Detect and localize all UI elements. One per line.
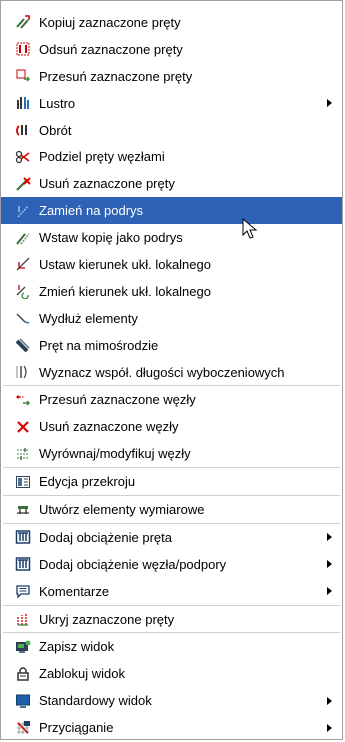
menu-item-label: Obrót [39, 122, 72, 138]
menu-item-label: Przyciąganie [39, 720, 114, 736]
menu-item-label: Podziel pręty węzłami [39, 149, 165, 165]
move-nodes-icon [15, 392, 31, 408]
extend-elements-icon [15, 310, 31, 326]
standard-view-icon [15, 693, 31, 709]
menu-item-section-edit[interactable]: Edycja przekroju [1, 468, 342, 495]
comments-icon [15, 583, 31, 599]
move-bars-icon [15, 68, 31, 84]
menu-item-delete-nodes[interactable]: Usuń zaznaczone węzły [1, 413, 342, 440]
dimension-elements-icon [15, 501, 31, 517]
menu-item-label: Wyznacz współ. długości wyboczeniowych [39, 364, 285, 380]
menu-item-extend-elements[interactable]: Wydłuż elementy [1, 305, 342, 332]
set-local-axis-icon [15, 256, 31, 272]
lock-view-icon [15, 666, 31, 682]
menu-item-label: Standardowy widok [39, 693, 152, 709]
menu-item-label: Ustaw kierunek ukł. lokalnego [39, 256, 211, 272]
offset-bars-icon [15, 41, 31, 57]
copy-bars-icon [15, 14, 31, 30]
menu-item-dimension-elements[interactable]: Utwórz elementy wymiarowe [1, 496, 342, 523]
menu-item-label: Edycja przekroju [39, 474, 136, 490]
submenu-arrow-icon [327, 533, 332, 542]
submenu-arrow-icon [327, 696, 332, 705]
menu-item-set-local-axis[interactable]: Ustaw kierunek ukł. lokalnego [1, 251, 342, 278]
menu-item-comments[interactable]: Komentarze [1, 578, 342, 605]
menu-item-label: Usuń zaznaczone węzły [39, 419, 179, 435]
eccentric-bar-icon [15, 337, 31, 353]
menu-item-label: Zablokuj widok [39, 666, 125, 682]
menu-item-snapping[interactable]: Przyciąganie [1, 714, 342, 741]
menu-item-save-view[interactable]: Zapisz widok [1, 633, 342, 660]
mirror-icon [15, 95, 31, 111]
menu-item-label: Zmień kierunek ukł. lokalnego [39, 283, 211, 299]
menu-item-copy-bars[interactable]: Kopiuj zaznaczone pręty [1, 9, 342, 36]
menu-item-align-nodes[interactable]: Wyrównaj/modyfikuj węzły [1, 440, 342, 467]
menu-item-label: Przesuń zaznaczone węzły [39, 392, 196, 408]
menu-item-move-nodes[interactable]: Przesuń zaznaczone węzły [1, 386, 342, 413]
menu-item-label: Odsuń zaznaczone pręty [39, 41, 183, 57]
menu-item-change-local-axis[interactable]: Zmień kierunek ukł. lokalnego [1, 278, 342, 305]
delete-bars-icon [15, 176, 31, 192]
menu-item-label: Wydłuż elementy [39, 310, 138, 326]
menu-item-insert-copy-underlay[interactable]: Wstaw kopię jako podrys [1, 224, 342, 251]
menu-item-bar-load[interactable]: Dodaj obciążenie pręta [1, 524, 342, 551]
menu-item-buckling-length[interactable]: Wyznacz współ. długości wyboczeniowych [1, 359, 342, 386]
menu-item-offset-bars[interactable]: Odsuń zaznaczone pręty [1, 36, 342, 63]
context-menu: Kopiuj zaznaczone pręty Odsuń zaznaczone… [0, 0, 343, 740]
menu-item-lock-view[interactable]: Zablokuj widok [1, 660, 342, 687]
menu-item-label: Kopiuj zaznaczone pręty [39, 14, 181, 30]
insert-copy-underlay-icon [15, 230, 31, 246]
align-nodes-icon [15, 446, 31, 462]
menu-item-move-bars[interactable]: Przesuń zaznaczone pręty [1, 63, 342, 90]
menu-item-split-bars[interactable]: Podziel pręty węzłami [1, 143, 342, 170]
menu-item-label: Usuń zaznaczone pręty [39, 176, 175, 192]
convert-underlay-icon [15, 203, 31, 219]
menu-item-label: Dodaj obciążenie pręta [39, 529, 172, 545]
menu-item-delete-bars[interactable]: Usuń zaznaczone pręty [1, 170, 342, 197]
save-view-icon [15, 639, 31, 655]
change-local-axis-icon [15, 283, 31, 300]
submenu-arrow-icon [327, 723, 332, 732]
menu-item-label: Dodaj obciążenie węzła/podpory [39, 556, 227, 572]
menu-item-node-load[interactable]: Dodaj obciążenie węzła/podpory [1, 551, 342, 578]
menu-item-rotate[interactable]: Obrót [1, 117, 342, 144]
mouse-pointer-icon [242, 218, 258, 239]
menu-item-label: Komentarze [39, 583, 110, 599]
menu-item-label: Wstaw kopię jako podrys [39, 230, 183, 246]
menu-item-label: Lustro [39, 95, 76, 111]
menu-item-label: Zamień na podrys [39, 203, 144, 219]
menu-item-label: Zapisz widok [39, 639, 115, 655]
menu-item-hide-bars[interactable]: Ukryj zaznaczone pręty [1, 606, 342, 633]
submenu-arrow-icon [327, 587, 332, 596]
menu-item-label: Wyrównaj/modyfikuj węzły [39, 446, 191, 462]
node-load-icon [15, 556, 31, 572]
hide-bars-icon [15, 611, 31, 627]
menu-item-standard-view[interactable]: Standardowy widok [1, 687, 342, 714]
menu-item-label: Pręt na mimośrodzie [39, 337, 159, 353]
split-bars-icon [15, 149, 31, 165]
submenu-arrow-icon [327, 99, 332, 108]
menu-item-label: Przesuń zaznaczone pręty [39, 68, 193, 84]
delete-nodes-icon [15, 419, 31, 435]
menu-item-convert-underlay[interactable]: Zamień na podrys [1, 197, 342, 225]
menu-item-mirror[interactable]: Lustro [1, 90, 342, 117]
menu-item-label: Utwórz elementy wymiarowe [39, 501, 205, 517]
snapping-icon [15, 720, 31, 736]
menu-item-label: Ukryj zaznaczone pręty [39, 611, 175, 627]
menu-item-eccentric-bar[interactable]: Pręt na mimośrodzie [1, 332, 342, 359]
submenu-arrow-icon [327, 560, 332, 569]
buckling-length-icon [15, 364, 31, 380]
section-edit-icon [15, 474, 31, 490]
rotate-icon [15, 122, 31, 138]
bar-load-icon [15, 529, 31, 545]
